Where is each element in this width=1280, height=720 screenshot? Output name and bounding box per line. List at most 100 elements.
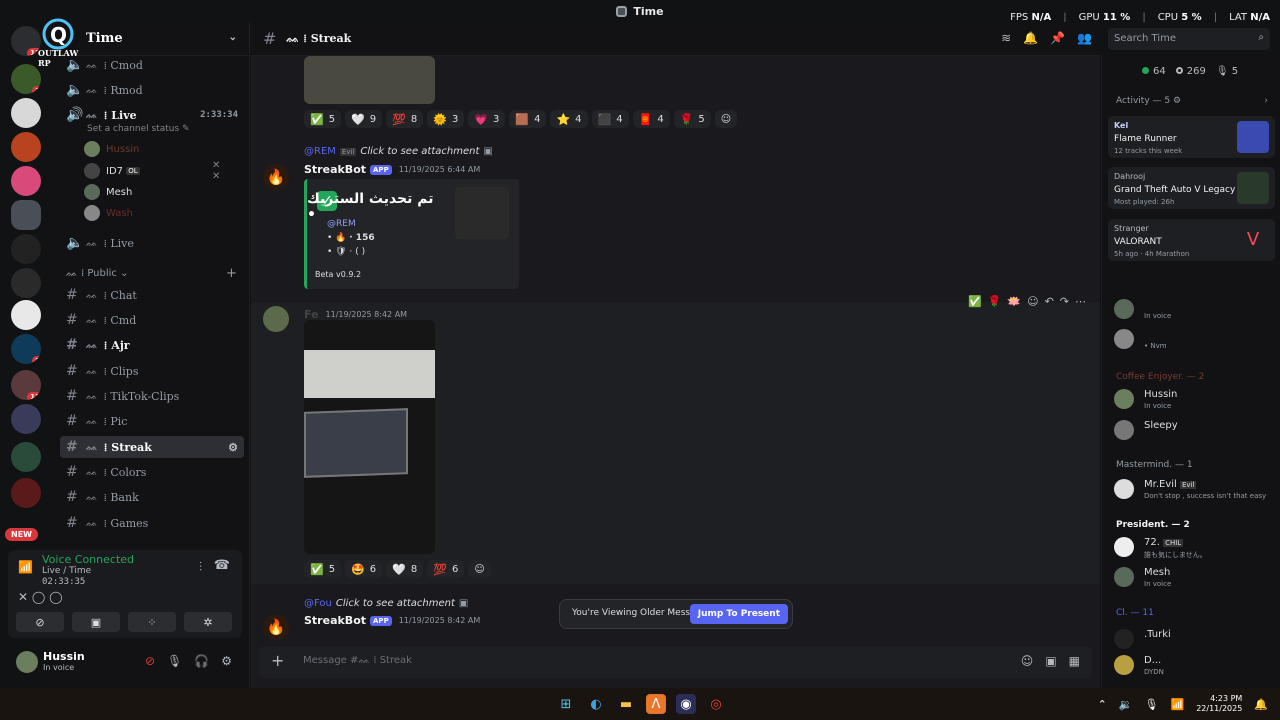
server-icon[interactable]: 2 <box>11 334 41 364</box>
voice-user[interactable]: Wash <box>84 204 133 222</box>
message-input[interactable]: Message #ᨐ ⁞ Streak <box>303 655 412 666</box>
server-icon[interactable]: 1 <box>11 64 41 94</box>
category-public[interactable]: ᨐ ⁞ Public ⌄ + <box>66 266 237 281</box>
channel-status-hint[interactable]: Set a channel status ✎ <box>87 124 190 134</box>
member-item[interactable]: In voice <box>1114 296 1274 324</box>
text-channel-tiktok-clips[interactable]: # ᨐ ⁞ TikTok-Clips <box>60 385 244 407</box>
message-author[interactable]: StreakBot APP 11/19/2025 8:42 AM <box>304 614 480 627</box>
app-icon[interactable]: Λ <box>646 694 666 714</box>
reply-preview[interactable]: @Fou Click to see attachment ▣ <box>304 598 468 609</box>
reaction-chip[interactable]: 🌞 3 <box>427 110 465 128</box>
image-attachment[interactable] <box>304 320 435 554</box>
reaction-chip[interactable]: ⭐ 4 <box>550 110 588 128</box>
forward-icon[interactable]: ↷ <box>1060 295 1069 308</box>
text-channel-colors[interactable]: # ᨐ ⁞ Colors <box>60 461 244 483</box>
text-channel-chat[interactable]: # ᨐ ⁞ Chat <box>60 284 244 306</box>
check-reaction-icon[interactable]: ✅ <box>968 295 982 308</box>
discord-taskbar-icon[interactable]: ◉ <box>676 694 696 714</box>
microphone-icon[interactable]: 🎙 <box>167 654 182 668</box>
member-item[interactable]: D... DYDN <box>1114 652 1274 680</box>
embed-mention[interactable]: @REM <box>327 219 356 229</box>
settings-gear-icon[interactable]: ⚙ <box>221 654 232 668</box>
reaction-chip[interactable]: ⬛ 4 <box>591 110 629 128</box>
disconnect-icon[interactable]: ☎ <box>214 558 230 573</box>
add-reaction-icon[interactable]: ☺ <box>1027 295 1038 308</box>
server-icon[interactable] <box>11 404 41 434</box>
server-icon[interactable] <box>11 300 41 330</box>
server-icon[interactable] <box>11 234 41 264</box>
start-icon[interactable]: ⊞ <box>556 694 576 714</box>
chrome-icon[interactable]: ◎ <box>706 694 726 714</box>
reaction-chip[interactable]: 💯 6 <box>427 560 465 578</box>
server-header[interactable]: Q OUTLAW RP Time ⌄ <box>38 18 249 68</box>
notification-icon[interactable]: 🔔 <box>1254 698 1268 711</box>
voice-channel-path[interactable]: Live / Time <box>42 566 91 576</box>
text-channel-cmd[interactable]: # ᨐ ⁞ Cmd <box>60 309 244 331</box>
clock[interactable]: 4:23 PM 22/11/2025 <box>1196 694 1242 714</box>
file-explorer-icon[interactable]: ▬ <box>616 694 636 714</box>
text-channel-bank[interactable]: # ᨐ ⁞ Bank <box>60 486 244 508</box>
apps-icon[interactable]: ▦ <box>1069 654 1080 668</box>
username[interactable]: Hussin <box>43 650 85 663</box>
server-icon[interactable] <box>11 200 41 230</box>
voice-channel-cmod[interactable]: 🔈 ᨐ ⁞ Cmod <box>60 54 244 76</box>
jump-to-present-button[interactable]: Jump To Present <box>689 604 788 624</box>
server-icon[interactable] <box>11 132 41 162</box>
voice-user[interactable]: Hussin <box>84 140 139 158</box>
text-channel-clips[interactable]: # ᨐ ⁞ Clips <box>60 360 244 382</box>
server-icon[interactable] <box>11 442 41 472</box>
edge-icon[interactable]: ◐ <box>586 694 606 714</box>
wifi-icon[interactable]: 📶 <box>1170 698 1184 711</box>
dm-home-icon[interactable]: 13 <box>11 26 41 56</box>
server-icon[interactable] <box>11 98 41 128</box>
message-composer[interactable]: + Message #ᨐ ⁞ Streak ☺ ▣ ▦ <box>259 646 1092 678</box>
reaction-chip[interactable]: 🧧 4 <box>632 110 670 128</box>
voice-channel-live[interactable]: 🔊 ᨐ ⁞ Live 2:33:34 <box>60 104 244 126</box>
activity-card[interactable]: Kel Flame Runner 12 tracks this week <box>1108 116 1275 158</box>
server-icon[interactable] <box>11 268 41 298</box>
avatar[interactable]: 🔥 <box>263 614 289 640</box>
text-channel-streak[interactable]: # ᨐ ⁞ Streak ⚙ <box>60 436 244 458</box>
server-icon[interactable] <box>11 166 41 196</box>
microphone-icon[interactable]: 🎙 <box>1145 698 1159 711</box>
image-attachment[interactable] <box>304 56 435 104</box>
reaction-chip[interactable]: 💯 8 <box>386 110 424 128</box>
member-item[interactable]: Sleepy <box>1114 417 1274 445</box>
member-item[interactable]: 72. CHIL 誰も気にしません。 <box>1114 534 1274 562</box>
voice-channel-live-2[interactable]: 🔈 ᨐ ⁞ Live <box>60 232 244 254</box>
avatar[interactable] <box>263 306 289 332</box>
search-input[interactable]: Search Time ⌕ <box>1108 28 1270 50</box>
threads-icon[interactable]: ≋ <box>1001 31 1011 45</box>
soundboard-button[interactable]: ✲ <box>184 612 232 632</box>
new-unreads-pill[interactable]: NEW <box>5 528 38 541</box>
reaction-chip[interactable]: 🤍 9 <box>345 110 383 128</box>
volume-icon[interactable]: 🔉 <box>1119 698 1133 711</box>
member-item[interactable]: Hussin In voice <box>1114 386 1274 414</box>
reply-icon[interactable]: ↶ <box>1045 295 1054 308</box>
emoji-icon[interactable]: ☺ <box>1021 654 1034 668</box>
message-author[interactable]: StreakBot APP 11/19/2025 6:44 AM <box>304 163 480 176</box>
member-item[interactable]: • Nvm <box>1114 326 1274 354</box>
reaction-chip[interactable]: ✅ 5 <box>304 110 342 128</box>
activity-card[interactable]: Dahrooj Grand Theft Auto V Legacy Most p… <box>1108 167 1275 209</box>
member-item[interactable]: Mesh In voice <box>1114 564 1274 592</box>
server-icon[interactable] <box>11 478 41 508</box>
share-screen-button[interactable]: ▣ <box>72 612 120 632</box>
bell-icon[interactable]: 🔔 <box>1023 31 1038 45</box>
reply-preview[interactable]: @REM Evil Click to see attachment ▣ <box>304 146 493 157</box>
rose-reaction-icon[interactable]: 🌹 <box>988 295 1002 308</box>
avatar[interactable]: 🔥 <box>263 164 289 190</box>
voice-user[interactable]: Mesh <box>84 183 132 201</box>
reaction-chip[interactable]: 🤍 8 <box>386 560 424 578</box>
attach-plus-icon[interactable]: + <box>271 651 284 670</box>
noise-suppression-icon[interactable]: ⫶ <box>199 560 202 575</box>
member-list-icon[interactable]: 👥 <box>1077 31 1092 45</box>
reaction-chip[interactable]: 🟫 4 <box>509 110 547 128</box>
add-reaction-icon[interactable]: ☺ <box>714 110 738 128</box>
gif-icon[interactable]: ▣ <box>1045 654 1056 668</box>
activities-button[interactable]: ⁘ <box>128 612 176 632</box>
reaction-chip[interactable]: 🤩 6 <box>345 560 383 578</box>
headphones-icon[interactable]: 🎧 <box>194 654 209 668</box>
embed-thumbnail[interactable] <box>455 187 509 239</box>
pin-icon[interactable]: 📌 <box>1050 31 1065 45</box>
